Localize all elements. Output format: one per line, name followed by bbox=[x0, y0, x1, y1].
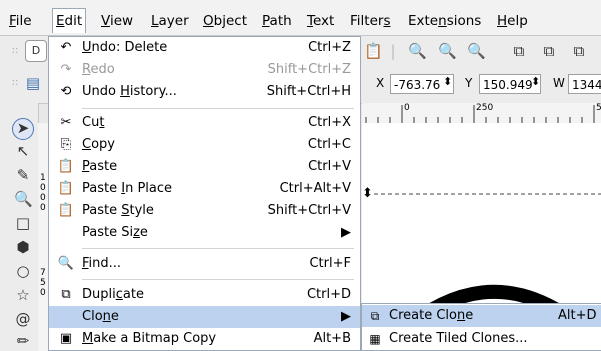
zoom-selection-icon[interactable]: 🔍 bbox=[438, 42, 457, 60]
menu-object[interactable]: Object bbox=[200, 9, 250, 33]
undo-icon: ↶ bbox=[60, 40, 72, 55]
w-input[interactable]: 1344 bbox=[568, 74, 601, 94]
menu-edit[interactable]: Edit bbox=[52, 8, 87, 33]
paste-style-icon: 📋 bbox=[57, 203, 75, 218]
clone-icon: ⧉ bbox=[370, 309, 380, 323]
submenu-arrow-icon: ▶ bbox=[341, 225, 351, 240]
menu-separator bbox=[82, 279, 354, 280]
menu-item-copy[interactable]: ⎘ Copy Ctrl+C bbox=[49, 134, 360, 156]
menu-item-create-clone[interactable]: ⧉ Create Clone Alt+D bbox=[362, 305, 601, 327]
menu-path[interactable]: Path bbox=[259, 9, 295, 33]
menu-layer[interactable]: Layer bbox=[148, 9, 192, 33]
shortcut: Shift+Ctrl+V bbox=[267, 203, 351, 218]
paste-icon[interactable]: 📋 bbox=[364, 42, 383, 60]
cut-icon: ✂ bbox=[60, 115, 72, 130]
menu-item-undo-history[interactable]: ⟲ Undo History... Shift+Ctrl+H bbox=[49, 81, 360, 103]
ruler-label: 0 bbox=[404, 103, 410, 113]
duplicate-icon: ⧉ bbox=[61, 287, 71, 302]
menu-item-undo[interactable]: ↶ Undo: Delete Ctrl+Z bbox=[49, 37, 360, 59]
menu-separator bbox=[82, 108, 354, 109]
shortcut: Ctrl+F bbox=[309, 256, 351, 271]
shortcut: Ctrl+V bbox=[308, 159, 351, 174]
grip-icon: :: bbox=[11, 45, 19, 56]
unlink-clone-icon[interactable]: ⧉ bbox=[570, 42, 588, 60]
3d-box-tool-icon[interactable]: ⬢ bbox=[14, 238, 32, 256]
menu-item-redo[interactable]: ↷ Redo Shift+Ctrl+Z bbox=[49, 59, 360, 81]
w-label: W bbox=[553, 76, 565, 90]
x-label: X bbox=[376, 76, 385, 90]
menu-bar: File Edit View Layer Object Path Text Fi… bbox=[0, 0, 601, 36]
menu-item-duplicate[interactable]: ⧉ Duplicate Ctrl+D bbox=[49, 284, 360, 306]
menu-item-paste-size[interactable]: Paste Size ▶ bbox=[49, 222, 360, 244]
paste-icon: 📋 bbox=[57, 159, 75, 174]
find-icon: 🔍 bbox=[57, 256, 75, 271]
redo-icon: ↷ bbox=[60, 62, 72, 77]
menu-help[interactable]: Help bbox=[494, 9, 531, 33]
select-all-icon[interactable]: ▤ bbox=[24, 74, 42, 92]
submenu-arrow-icon: ▶ bbox=[341, 309, 351, 324]
spiral-tool-icon[interactable]: @ bbox=[14, 310, 32, 328]
x-spin-icon[interactable]: ⬍ bbox=[443, 75, 452, 88]
menu-item-create-tiled-clones[interactable]: ▦ Create Tiled Clones... bbox=[362, 328, 601, 350]
zoom-icon[interactable]: 🔍 bbox=[408, 42, 427, 60]
shortcut: Shift+Ctrl+H bbox=[266, 84, 351, 99]
document-icon[interactable]: D bbox=[25, 40, 47, 62]
menu-text[interactable]: Text bbox=[304, 9, 337, 33]
shortcut: Alt+D bbox=[558, 308, 597, 323]
node-tool-icon[interactable]: ↖ bbox=[14, 142, 32, 160]
menu-item-paste-in-place[interactable]: 📋 Paste In Place Ctrl+Alt+V bbox=[49, 178, 360, 200]
pencil-tool-icon[interactable]: ✏ bbox=[14, 332, 32, 350]
shortcut: Ctrl+C bbox=[307, 137, 351, 152]
shortcut: Shift+Ctrl+Z bbox=[267, 62, 351, 77]
zoom-drawing-icon[interactable]: 🔍 bbox=[467, 42, 486, 60]
shortcut: Ctrl+X bbox=[308, 115, 351, 130]
menu-item-paste-style[interactable]: 📋 Paste Style Shift+Ctrl+V bbox=[49, 200, 360, 222]
menu-extensions[interactable]: Extensions bbox=[405, 9, 484, 33]
shortcut: Ctrl+Z bbox=[308, 40, 351, 55]
menu-item-cut[interactable]: ✂ Cut Ctrl+X bbox=[49, 112, 360, 134]
ellipse-tool-icon[interactable]: ○ bbox=[14, 262, 32, 280]
menu-file[interactable]: File bbox=[6, 9, 35, 33]
menu-item-find[interactable]: 🔍 Find... Ctrl+F bbox=[49, 253, 360, 275]
selection-handle-icon[interactable]: ⬍ bbox=[362, 186, 373, 201]
menu-item-paste[interactable]: 📋 Paste Ctrl+V bbox=[49, 156, 360, 178]
clone-submenu: ⧉ Create Clone Alt+D ▦ Create Tiled Clon… bbox=[361, 303, 601, 351]
menu-view[interactable]: View bbox=[98, 9, 136, 33]
rectangle-tool-icon[interactable]: □ bbox=[14, 214, 32, 232]
ruler-label: 50 bbox=[596, 103, 601, 113]
ruler-label: 250 bbox=[476, 103, 494, 113]
copy-icon: ⎘ bbox=[60, 137, 72, 152]
selector-tool-icon[interactable]: ➤ bbox=[12, 118, 34, 140]
menu-separator bbox=[82, 248, 354, 249]
clone-icon[interactable]: ⧉ bbox=[540, 42, 558, 60]
shortcut: Ctrl+Alt+V bbox=[279, 181, 351, 196]
y-spin-icon[interactable]: ⬍ bbox=[531, 75, 540, 88]
menu-item-clone[interactable]: Clone ▶ bbox=[49, 306, 360, 328]
separator-icon: | bbox=[390, 42, 396, 60]
menu-filters[interactable]: Filters bbox=[347, 9, 393, 33]
shortcut: Alt+B bbox=[313, 331, 351, 346]
grip-icon: :: bbox=[11, 77, 19, 88]
history-icon: ⟲ bbox=[60, 84, 72, 99]
edit-menu: ↶ Undo: Delete Ctrl+Z ↷ Redo Shift+Ctrl+… bbox=[48, 36, 361, 351]
menu-item-make-bitmap-copy[interactable]: ▣ Make a Bitmap Copy Alt+B bbox=[49, 328, 360, 350]
y-label: Y bbox=[465, 76, 473, 90]
paste-in-place-icon: 📋 bbox=[57, 181, 75, 196]
tiled-clones-icon: ▦ bbox=[369, 332, 381, 346]
zoom-tool-icon[interactable]: 🔍 bbox=[14, 190, 33, 208]
bitmap-copy-icon: ▣ bbox=[59, 331, 73, 346]
tweak-tool-icon[interactable]: ✎ bbox=[14, 166, 32, 184]
horizontal-ruler: 0 250 50 bbox=[362, 103, 601, 124]
shortcut: Ctrl+D bbox=[306, 287, 351, 302]
star-tool-icon[interactable]: ☆ bbox=[14, 286, 32, 304]
duplicate-icon[interactable]: ⧉ bbox=[510, 42, 528, 60]
